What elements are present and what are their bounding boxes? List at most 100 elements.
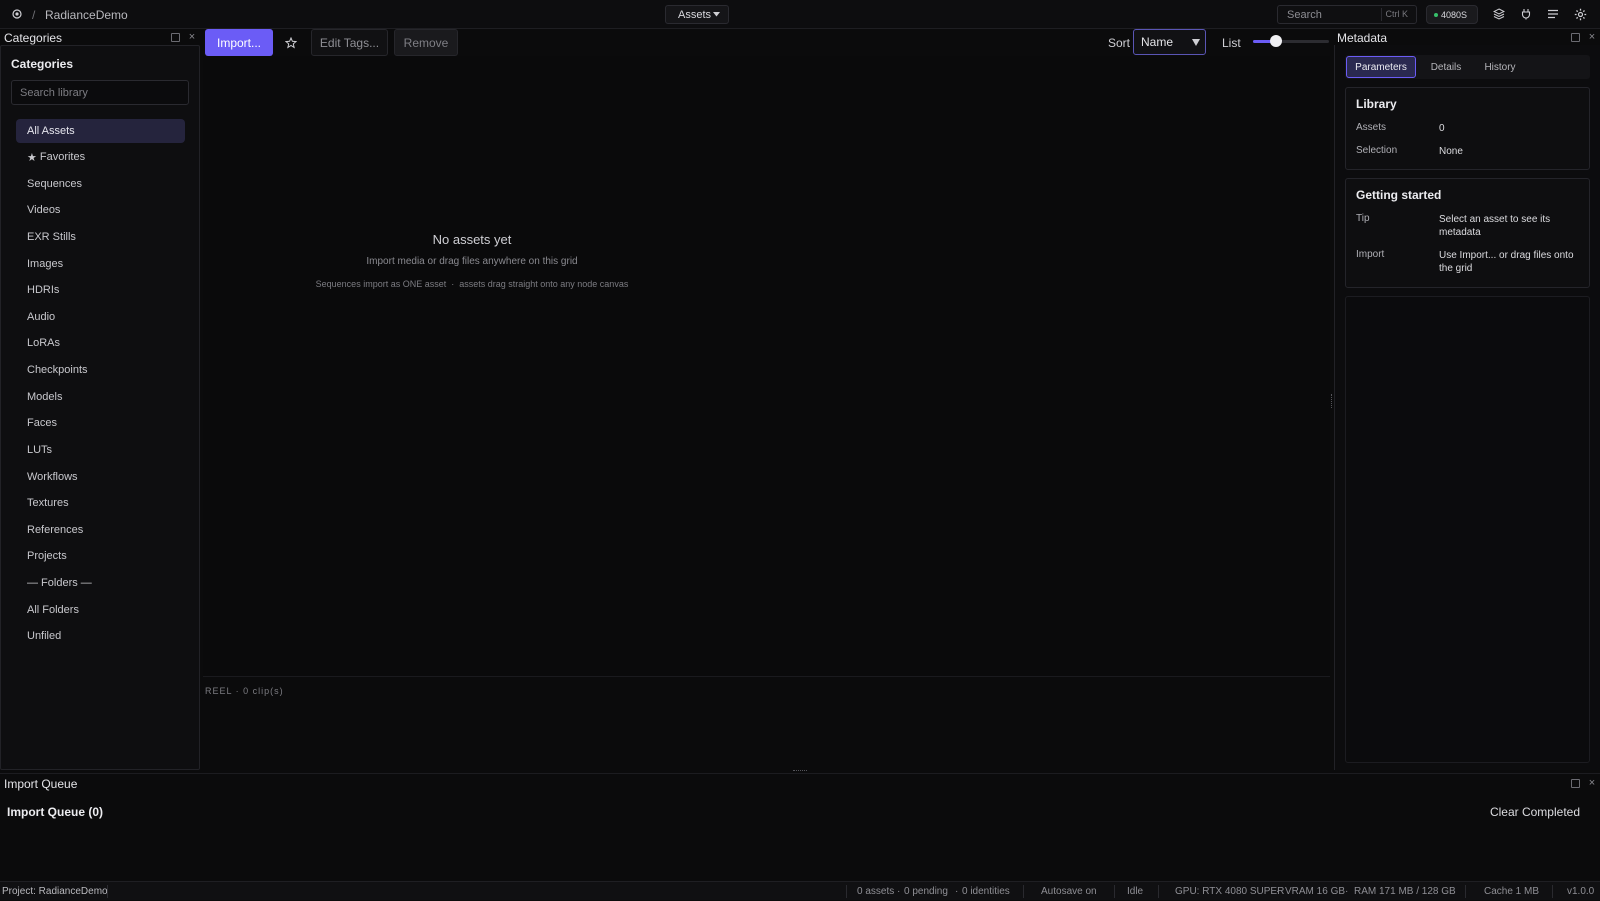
app-logo-icon[interactable]	[9, 6, 25, 22]
star-outline-icon	[285, 36, 297, 49]
gpu-status-dot-icon	[1434, 12, 1438, 17]
import-queue-panel-title: Import Queue	[4, 777, 78, 791]
category-label: Unfiled	[27, 630, 62, 642]
remove-button[interactable]: Remove	[394, 29, 458, 56]
category-textures[interactable]: Textures	[16, 491, 185, 515]
status-assets: 0 assets	[857, 886, 895, 897]
right-splitter-handle[interactable]	[1331, 394, 1333, 408]
category-label: — Folders —	[27, 577, 92, 589]
category-label: Workflows	[27, 471, 78, 483]
metadata-empty-area	[1345, 296, 1590, 763]
library-search-placeholder: Search library	[20, 86, 88, 99]
bottom-splitter-handle[interactable]	[793, 770, 807, 772]
slider-thumb[interactable]	[1269, 35, 1282, 47]
category-videos[interactable]: Videos	[16, 198, 185, 222]
tab-history[interactable]: History	[1476, 56, 1524, 78]
category-checkpoints[interactable]: Checkpoints	[16, 358, 185, 382]
import-button[interactable]: Import...	[205, 29, 273, 56]
status-bar: Project: RadianceDemo 0 assets · 0 pendi…	[0, 881, 1600, 900]
status-dot: ·	[897, 886, 901, 897]
meta-value: Use Import... or drag files onto the gri…	[1439, 250, 1574, 274]
float-panel-icon[interactable]	[171, 33, 180, 42]
status-pending: 0 pending	[904, 886, 948, 897]
category-unfiled[interactable]: Unfiled	[16, 624, 185, 648]
status-divider	[1552, 885, 1553, 898]
category-label: Checkpoints	[27, 364, 88, 376]
category-label: Models	[27, 391, 63, 403]
asset-grid[interactable]: No assets yet Import media or drag files…	[203, 56, 1330, 676]
empty-state-hint: Sequences import as ONE asset · assets d…	[315, 279, 629, 289]
thumbnail-size-slider[interactable]	[1253, 35, 1329, 47]
favorite-toggle-button[interactable]	[281, 29, 301, 56]
gear-icon[interactable]	[1572, 6, 1588, 22]
category-label: References	[27, 524, 84, 536]
empty-state-title: No assets yet	[432, 232, 512, 247]
status-project: Project: RadianceDemo	[2, 886, 108, 897]
gpu-status-badge[interactable]: 4080S	[1426, 5, 1478, 24]
status-divider	[1023, 885, 1024, 898]
global-search-input[interactable]: Search Ctrl K	[1277, 5, 1417, 24]
workspace-dropdown-label: Assets	[678, 8, 712, 21]
category-all-assets[interactable]: All Assets	[16, 119, 185, 143]
category-label: Favorites	[39, 151, 86, 163]
global-search-placeholder: Search	[1287, 8, 1322, 21]
metadata-tabs: Parameters Details History	[1345, 55, 1590, 79]
close-icon[interactable]: ×	[187, 32, 197, 43]
category-exr-stills[interactable]: EXR Stills	[16, 225, 185, 249]
category-workflows[interactable]: Workflows	[16, 465, 185, 489]
folders-divider-label: — Folders —	[16, 571, 185, 595]
category-images[interactable]: Images	[16, 252, 185, 276]
meta-key: Tip	[1356, 213, 1370, 224]
category-projects[interactable]: Projects	[16, 544, 185, 568]
status-dot: ·	[1345, 886, 1349, 897]
category-models[interactable]: Models	[16, 385, 185, 409]
category-sequences[interactable]: Sequences	[16, 172, 185, 196]
metadata-panel: Parameters Details History Library Asset…	[1334, 45, 1600, 770]
status-cache: Cache 1 MB	[1484, 886, 1540, 897]
sort-select[interactable]: Name	[1133, 29, 1206, 55]
meta-key: Selection	[1356, 145, 1398, 156]
categories-panel-title: Categories	[4, 31, 63, 45]
project-name[interactable]: RadianceDemo	[45, 0, 128, 29]
category-audio[interactable]: Audio	[16, 305, 185, 329]
remove-button-label: Remove	[403, 35, 449, 50]
library-search-input[interactable]: Search library	[11, 80, 189, 105]
meta-value: None	[1439, 146, 1463, 157]
library-card-heading: Library	[1356, 97, 1397, 111]
category-references[interactable]: References	[16, 518, 185, 542]
empty-state-subtitle: Import media or drag files anywhere on t…	[366, 256, 578, 267]
plugin-icon[interactable]	[1518, 6, 1534, 22]
status-autosave: Autosave on	[1041, 886, 1097, 897]
float-panel-icon[interactable]	[1571, 33, 1580, 42]
menu-icon[interactable]	[1545, 6, 1561, 22]
layers-icon[interactable]	[1491, 6, 1507, 22]
close-icon[interactable]: ×	[1587, 32, 1597, 43]
workspace-dropdown[interactable]: Assets	[665, 5, 729, 24]
edit-tags-label: Edit Tags...	[319, 35, 380, 50]
category-loras[interactable]: LoRAs	[16, 331, 185, 355]
tab-parameters[interactable]: Parameters	[1346, 56, 1416, 78]
category-hdris[interactable]: HDRIs	[16, 278, 185, 302]
search-shortcut-hint: Ctrl K	[1380, 8, 1413, 21]
category-luts[interactable]: LUTs	[16, 438, 185, 462]
status-divider	[1158, 885, 1159, 898]
reel-label: REEL · 0 clip(s)	[205, 686, 284, 696]
getting-started-heading: Getting started	[1356, 188, 1442, 202]
category-label: Projects	[27, 550, 67, 562]
status-ram: RAM 171 MB / 128 GB	[1354, 886, 1456, 897]
close-icon[interactable]: ×	[1587, 778, 1597, 789]
status-state: Idle	[1127, 886, 1144, 897]
category-faces[interactable]: Faces	[16, 411, 185, 435]
tab-details[interactable]: Details	[1423, 56, 1469, 78]
category-favorites[interactable]: ★ Favorites	[16, 145, 185, 169]
category-label: Audio	[27, 311, 56, 323]
status-divider	[846, 885, 847, 898]
categories-panel: Categories Search library All Assets ★ F…	[0, 45, 200, 770]
status-dot: ·	[955, 886, 959, 897]
library-card: Library Assets 0 Selection None	[1345, 87, 1590, 170]
edit-tags-button[interactable]: Edit Tags...	[311, 29, 388, 56]
status-vram: VRAM 16 GB	[1285, 886, 1346, 897]
category-all-folders[interactable]: All Folders	[16, 598, 185, 622]
clear-completed-button[interactable]: Clear Completed	[1490, 805, 1580, 819]
float-panel-icon[interactable]	[1571, 779, 1580, 788]
